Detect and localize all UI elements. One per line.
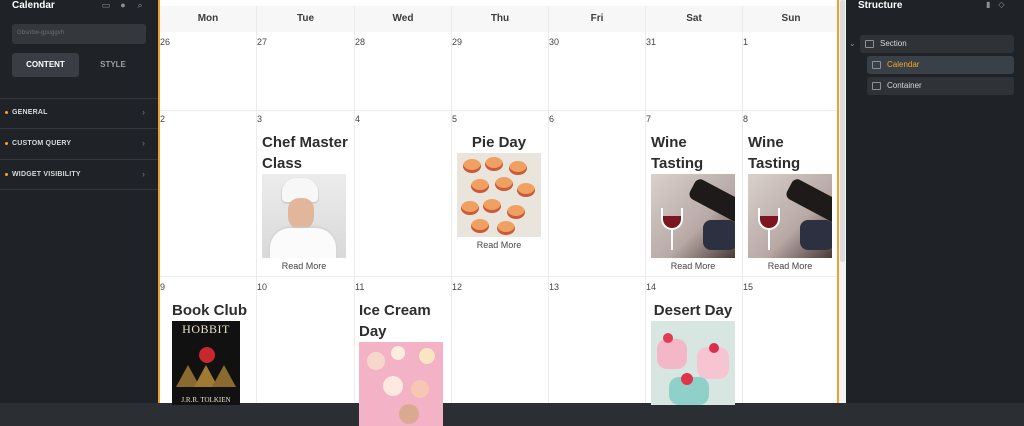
accordion-custom-query[interactable]: CUSTOM QUERY ›: [0, 137, 158, 151]
search-icon[interactable]: ⌕: [135, 0, 145, 10]
panel-header-icons: ▭ ● ⌕: [101, 0, 145, 10]
settings-panel: Calendar ▭ ● ⌕ Gbsnbw-gpuggvh CONTENT ST…: [0, 0, 158, 403]
panel-header-icons: ▮ ◇: [986, 0, 1005, 10]
accordion-label: CUSTOM QUERY: [12, 140, 72, 147]
accordion-label: GENERAL: [12, 109, 48, 116]
container-icon: [872, 82, 881, 90]
divider: [0, 189, 158, 190]
chevron-right-icon: ›: [142, 107, 145, 117]
tab-content[interactable]: CONTENT: [12, 53, 79, 77]
panel-title: Structure: [858, 0, 903, 11]
chevron-down-icon[interactable]: ⌄: [849, 39, 856, 48]
canvas-scrollbar[interactable]: [839, 0, 846, 403]
panel-title: Calendar: [12, 0, 55, 11]
pin-icon[interactable]: ◇: [998, 0, 1004, 10]
tree-item-label: Container: [887, 81, 922, 90]
mic-icon[interactable]: ●: [118, 0, 128, 10]
divider: [0, 128, 158, 129]
responsive-icon[interactable]: ▭: [101, 0, 111, 10]
accent-dot-icon: [5, 142, 8, 145]
divider: [0, 98, 158, 99]
search-input[interactable]: Gbsnbw-gpuggvh: [12, 24, 146, 44]
accent-dot-icon: [5, 173, 8, 176]
accordion-label: WIDGET VISIBILITY: [12, 171, 81, 178]
structure-panel: Structure ▮ ◇ ⌄ Section Calendar Contain…: [846, 0, 1024, 403]
calendar-icon: [872, 61, 881, 69]
chevron-right-icon: ›: [142, 169, 145, 179]
tree-item-label: Section: [880, 39, 907, 48]
accordion-widget-visibility[interactable]: WIDGET VISIBILITY ›: [0, 168, 158, 182]
tree-item-label: Calendar: [887, 60, 920, 69]
scrollbar-thumb[interactable]: [840, 0, 845, 262]
chevron-right-icon: ›: [142, 138, 145, 148]
tree-item-section[interactable]: Section: [860, 35, 1014, 53]
accent-dot-icon: [5, 111, 8, 114]
accordion-general[interactable]: GENERAL ›: [0, 106, 158, 120]
trash-icon[interactable]: ▮: [986, 0, 990, 10]
tree-item-calendar[interactable]: Calendar: [867, 56, 1014, 74]
canvas-selection-frame: [158, 0, 839, 403]
tab-style[interactable]: STYLE: [80, 53, 146, 77]
divider: [0, 159, 158, 160]
tree-item-container[interactable]: Container: [867, 77, 1014, 95]
section-icon: [865, 40, 874, 48]
